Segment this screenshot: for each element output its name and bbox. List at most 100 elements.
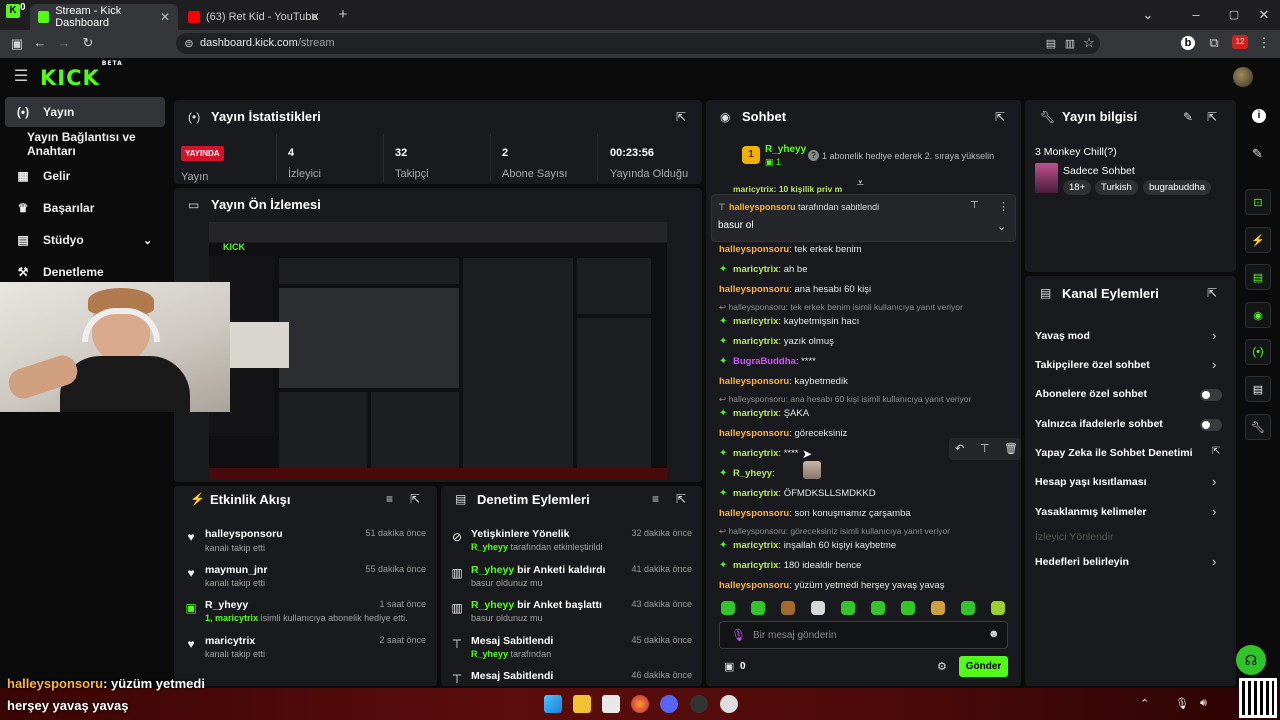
- more-options-icon[interactable]: ⋮: [998, 200, 1009, 213]
- chat-message[interactable]: ✦ maricytrix: inşallah 60 kişiyi kaybetme: [719, 540, 896, 551]
- edit-pencil-icon[interactable]: ✎: [1183, 110, 1193, 124]
- channel-action-label[interactable]: Hesap yaşı kısıtlaması: [1035, 476, 1147, 488]
- sidebar-item-stream-key[interactable]: Yayın Bağlantısı ve Anahtarı: [5, 129, 175, 159]
- back-icon[interactable]: ←: [32, 36, 48, 50]
- rail-chat-icon[interactable]: ◉: [1245, 302, 1271, 328]
- file-explorer-icon[interactable]: [573, 695, 591, 713]
- obs-icon[interactable]: [720, 695, 738, 713]
- new-tab-icon[interactable]: +: [335, 7, 351, 22]
- chat-message[interactable]: halleysponsoru: kaybetmedik: [719, 376, 848, 387]
- tray-chevron-icon[interactable]: ⌃: [1140, 697, 1149, 710]
- emote-7[interactable]: [901, 601, 915, 615]
- mic-icon[interactable]: 🎙︎: [731, 628, 746, 642]
- site-info-icon[interactable]: ⊜: [181, 37, 197, 51]
- chat-message[interactable]: halleysponsoru: ana hesabı 60 kişi: [719, 284, 871, 295]
- chat-message[interactable]: ✦ maricytrix: ****: [719, 448, 799, 459]
- pin-message-icon[interactable]: ⊤: [980, 442, 990, 455]
- filter-icon[interactable]: ≡: [652, 492, 659, 506]
- chat-message[interactable]: ✦ maricytrix: ah be: [719, 264, 807, 275]
- extensions-icon[interactable]: ⧉: [1206, 36, 1222, 50]
- chat-username[interactable]: halleysponsoru: [719, 428, 789, 439]
- delete-icon[interactable]: 🗑︎: [1004, 442, 1018, 455]
- popout-icon[interactable]: ⇱: [1207, 110, 1217, 124]
- bookmark-star-icon[interactable]: ☆: [1081, 36, 1097, 50]
- chat-username[interactable]: maricytrix: [733, 560, 778, 571]
- edit-layout-icon[interactable]: ✎: [1252, 146, 1263, 162]
- sidebar-toggle-icon[interactable]: ▣: [9, 37, 25, 51]
- chat-settings-icon[interactable]: ⚙: [937, 660, 947, 673]
- chevron-right-icon[interactable]: ›: [1212, 357, 1216, 372]
- hamburger-menu-icon[interactable]: ☰: [13, 69, 29, 85]
- rail-wrench-icon[interactable]: 🔧︎: [1245, 414, 1271, 440]
- extension-badge-icon[interactable]: 12: [1232, 35, 1248, 49]
- window-close-icon[interactable]: ✕: [1256, 8, 1272, 22]
- toggle-switch[interactable]: [1200, 419, 1222, 431]
- chat-username[interactable]: maricytrix: [733, 336, 778, 347]
- minimize-icon[interactable]: –: [1188, 8, 1204, 22]
- windows-start-icon[interactable]: [544, 695, 562, 713]
- channel-action-label[interactable]: Yasaklanmış kelimeler: [1035, 506, 1147, 518]
- chat-username[interactable]: maricytrix: [733, 448, 778, 459]
- chat-username[interactable]: maricytrix: [733, 316, 778, 327]
- popout-icon[interactable]: ⇱: [995, 110, 1005, 124]
- emote-3[interactable]: [781, 601, 795, 615]
- reload-icon[interactable]: ↻: [80, 36, 96, 50]
- channel-action-label[interactable]: Yavaş mod: [1035, 330, 1090, 342]
- toggle-switch[interactable]: [1200, 389, 1222, 401]
- tray-volume-icon[interactable]: 🔊︎: [1200, 697, 1207, 710]
- tab-kick-dashboard[interactable]: Stream - Kick Dashboard ✕: [30, 4, 178, 30]
- channel-action-label[interactable]: Takipçilere özel sohbet: [1035, 359, 1150, 371]
- emote-6[interactable]: [871, 601, 885, 615]
- close-tab-icon[interactable]: ✕: [160, 10, 170, 24]
- chat-message[interactable]: halleysponsoru: tek erkek benim: [719, 244, 862, 255]
- send-button[interactable]: Gönder: [959, 656, 1008, 677]
- emote-9[interactable]: [961, 601, 975, 615]
- maximize-icon[interactable]: ▢: [1226, 8, 1242, 22]
- expand-chevron-icon[interactable]: ⌄: [997, 220, 1006, 233]
- channel-action-label[interactable]: Abonelere özel sohbet: [1035, 388, 1147, 400]
- unpin-icon[interactable]: ⊤: [970, 200, 979, 211]
- popout-icon[interactable]: ⇱: [676, 110, 686, 124]
- chat-message[interactable]: ✦ BugraBuddha: ****: [719, 356, 816, 367]
- chat-message[interactable]: ✦ maricytrix: yazık olmuş: [719, 336, 834, 347]
- discord-icon[interactable]: [660, 695, 678, 713]
- rail-doc-icon[interactable]: ▤: [1245, 264, 1271, 290]
- chat-username[interactable]: maricytrix: [733, 408, 778, 419]
- chevron-right-icon[interactable]: ›: [1212, 504, 1216, 519]
- tray-mic-icon[interactable]: 🎙︎: [1175, 697, 1189, 710]
- chat-username[interactable]: halleysponsoru: [719, 376, 789, 387]
- chat-username[interactable]: maricytrix: [733, 264, 778, 275]
- chat-message[interactable]: ✦ maricytrix: kaybetmişsin hacı: [719, 316, 859, 327]
- chat-username[interactable]: halleysponsoru: [719, 580, 789, 591]
- chat-username[interactable]: R_yheyy: [733, 468, 772, 479]
- chat-message[interactable]: ✦ R_yheyy:: [719, 468, 775, 479]
- chat-username[interactable]: maricytrix: [733, 488, 778, 499]
- tab-list-chevron-icon[interactable]: ⌄: [1140, 8, 1156, 22]
- rail-focus-icon[interactable]: ⊡: [1245, 189, 1271, 215]
- sidebar-item-gelir[interactable]: ▦ Gelir: [5, 161, 165, 191]
- app-icon[interactable]: [690, 695, 708, 713]
- chat-message[interactable]: halleysponsoru: göreceksiniz: [719, 428, 847, 439]
- chevron-right-icon[interactable]: ›: [1212, 474, 1216, 489]
- emote-5[interactable]: [841, 601, 855, 615]
- forward-icon[interactable]: →: [56, 36, 72, 50]
- sidebar-item-studyo[interactable]: ▤ Stüdyo ⌄: [5, 225, 165, 255]
- chevron-right-icon[interactable]: ›: [1212, 328, 1216, 343]
- popout-icon[interactable]: ⇱: [1207, 286, 1217, 300]
- rail-bolt-icon[interactable]: ⚡: [1245, 227, 1271, 253]
- external-link-icon[interactable]: ⇱: [1212, 446, 1220, 457]
- reply-icon[interactable]: ↶: [955, 442, 964, 455]
- chat-username[interactable]: BugraBuddha: [733, 356, 796, 367]
- close-tab-icon[interactable]: ✕: [310, 10, 320, 24]
- chat-username[interactable]: maricytrix: [733, 540, 778, 551]
- scroll-down-icon[interactable]: ⩡: [857, 176, 864, 191]
- profile-b-icon[interactable]: b: [1181, 36, 1195, 50]
- chat-username[interactable]: halleysponsoru: [719, 508, 789, 519]
- channel-action-label[interactable]: Yapay Zeka ile Sohbet Denetimi: [1035, 447, 1193, 459]
- info-icon[interactable]: i: [1252, 109, 1266, 123]
- rail-signal-icon[interactable]: (•): [1245, 339, 1271, 365]
- chat-message[interactable]: halleysponsoru: son konuşmamız çarşamba: [719, 508, 911, 519]
- chat-message[interactable]: halleysponsoru: yüzüm yetmedi herşey yav…: [719, 580, 944, 591]
- support-headset-icon[interactable]: ☊: [1236, 645, 1266, 675]
- media-icon[interactable]: ▥: [1062, 37, 1078, 51]
